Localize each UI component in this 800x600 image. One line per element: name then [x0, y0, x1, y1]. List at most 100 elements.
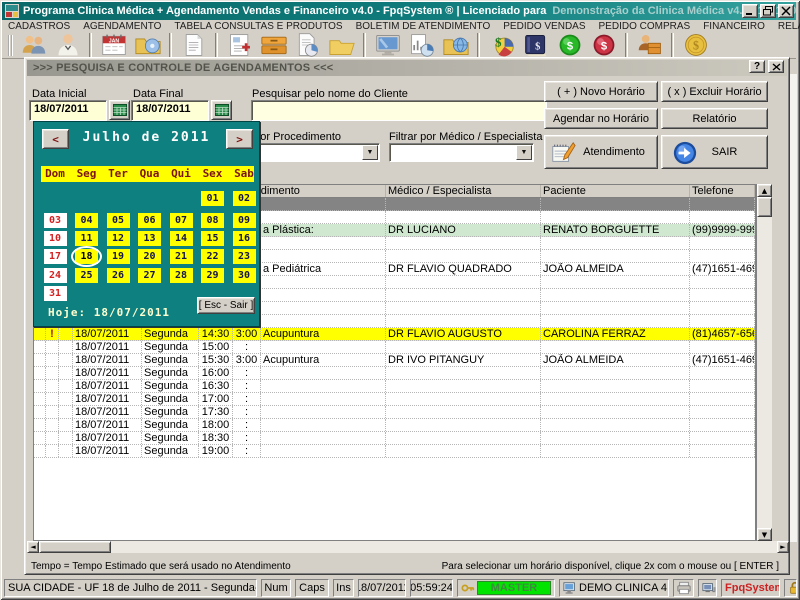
menu-item-agendamento[interactable]: AGENDAMENTO: [83, 21, 161, 32]
table-row[interactable]: 18/07/2011Segunda16:00:: [34, 367, 755, 380]
calendar-day-16[interactable]: 16: [233, 231, 256, 246]
atendimento-button[interactable]: Atendimento: [544, 135, 658, 169]
calendar-day-25[interactable]: 25: [75, 268, 98, 283]
calendar-day-03[interactable]: 03: [44, 213, 67, 228]
table-row[interactable]: 18/07/2011Segunda16:30:: [34, 380, 755, 393]
menu-item-pedido-vendas[interactable]: PEDIDO VENDAS: [503, 21, 585, 32]
table-row[interactable]: 18/07/2011Segunda18:00:: [34, 419, 755, 432]
menu-item-cadastros[interactable]: CADASTROS: [8, 21, 70, 32]
menu-item-pedido-compras[interactable]: PEDIDO COMPRAS: [599, 21, 691, 32]
calendar-day-20[interactable]: 20: [138, 249, 161, 264]
table-row[interactable]: 18/07/2011Segunda18:30:: [34, 432, 755, 445]
globe-folder-icon[interactable]: [440, 32, 471, 59]
dialog-help-button[interactable]: ?: [749, 60, 765, 73]
calendar-day-12[interactable]: 12: [107, 231, 130, 246]
calendar-next-button[interactable]: >: [226, 129, 253, 149]
relatorio-button[interactable]: Relatório: [661, 108, 768, 129]
calendar-day-21[interactable]: 21: [170, 249, 193, 264]
cell-proc: [261, 289, 386, 301]
calendar-day-08[interactable]: 08: [201, 213, 224, 228]
calendar-day-24[interactable]: 24: [44, 268, 67, 283]
calendar-day-07[interactable]: 07: [170, 213, 193, 228]
cell-pac: [541, 302, 690, 314]
calendar-day-02[interactable]: 02: [233, 191, 256, 206]
cell-hora: 15:30: [199, 354, 233, 366]
receive-dollar-icon[interactable]: $: [554, 32, 585, 59]
orders-drawer-icon[interactable]: [258, 32, 289, 59]
scroll-down-icon[interactable]: ▼: [757, 528, 772, 541]
document-icon[interactable]: [178, 32, 209, 59]
scroll-left-icon[interactable]: ◄: [27, 541, 39, 553]
calendar-day-23[interactable]: 23: [233, 249, 256, 264]
calendar-day-14[interactable]: 14: [170, 231, 193, 246]
medico-filter-label: Filtrar por Médico / Especialista: [389, 131, 542, 143]
monitor-icon[interactable]: [372, 32, 403, 59]
restore-button[interactable]: [760, 4, 776, 18]
cell-pac: [541, 237, 690, 249]
hscroll-thumb[interactable]: [39, 541, 111, 553]
finance-pie-icon[interactable]: $: [486, 32, 517, 59]
calendar-day-15[interactable]: 15: [201, 231, 224, 246]
calendar-day-22[interactable]: 22: [201, 249, 224, 264]
data-final-field[interactable]: 18/07/2011: [131, 100, 209, 121]
scroll-right-icon[interactable]: ►: [777, 541, 789, 553]
pay-dollar-icon[interactable]: $: [588, 32, 619, 59]
calendar-icon[interactable]: JAN: [98, 32, 129, 59]
calendar-day-29[interactable]: 29: [201, 268, 224, 283]
scroll-up-icon[interactable]: ▲: [757, 184, 772, 197]
table-row[interactable]: 18/07/2011Segunda15:00:: [34, 341, 755, 354]
table-row[interactable]: 18/07/2011Segunda19:00:: [34, 445, 755, 458]
search-input[interactable]: [251, 100, 547, 121]
calendar-day-27[interactable]: 27: [138, 268, 161, 283]
coin-icon[interactable]: $: [680, 32, 711, 59]
sair-button[interactable]: SAIR: [661, 135, 768, 169]
data-inicial-field[interactable]: 18/07/2011: [29, 100, 107, 121]
clients-icon[interactable]: [18, 32, 49, 59]
doctor-icon[interactable]: [52, 32, 83, 59]
vertical-scrollbar[interactable]: ▲ ▼: [756, 184, 772, 541]
schedule-folder-icon[interactable]: [132, 32, 163, 59]
calendar-day-11[interactable]: 11: [75, 231, 98, 246]
supplier-icon[interactable]: [634, 32, 665, 59]
calendar-day-19[interactable]: 19: [107, 249, 130, 264]
novo-horario-button[interactable]: ( + ) Novo Horário: [544, 81, 658, 102]
purchase-doc-icon[interactable]: [292, 32, 323, 59]
horizontal-scrollbar[interactable]: ◄ ►: [27, 541, 789, 553]
excluir-horario-button[interactable]: ( x ) Excluir Horário: [661, 81, 768, 102]
vscroll-thumb[interactable]: [757, 197, 772, 217]
menu-item-tabela-consultas-e-produtos[interactable]: TABELA CONSULTAS E PRODUTOS: [174, 21, 342, 32]
calendar-day-17[interactable]: 17: [44, 249, 67, 264]
folder-icon[interactable]: [326, 32, 357, 59]
calendar-day-04[interactable]: 04: [75, 213, 98, 228]
table-row[interactable]: 18/07/2011Segunda17:00:: [34, 393, 755, 406]
toolbar-handle[interactable]: [8, 35, 13, 56]
calendar-day-31[interactable]: 31: [44, 286, 67, 301]
calendar-day-10[interactable]: 10: [44, 231, 67, 246]
cell-m2: [59, 419, 73, 431]
calendar-day-05[interactable]: 05: [107, 213, 130, 228]
calendar-day-30[interactable]: 30: [233, 268, 256, 283]
medico-filter-combo[interactable]: ▼: [389, 143, 534, 162]
attendance-form-icon[interactable]: [224, 32, 255, 59]
data-final-calendar-button[interactable]: [211, 100, 232, 120]
table-row[interactable]: 18/07/2011Segunda15:303:00AcupunturaDR I…: [34, 354, 755, 367]
data-inicial-calendar-button[interactable]: [109, 100, 130, 120]
calendar-day-09[interactable]: 09: [233, 213, 256, 228]
menu-item-boletim-de-atendimento[interactable]: BOLETIM DE ATENDIMENTO: [356, 21, 491, 32]
calendar-day-13[interactable]: 13: [138, 231, 161, 246]
close-button[interactable]: [778, 4, 794, 18]
calendar-day-01[interactable]: 01: [201, 191, 224, 206]
dialog-close-button[interactable]: [768, 60, 784, 73]
calendar-day-28[interactable]: 28: [170, 268, 193, 283]
minimize-button[interactable]: [742, 4, 758, 18]
table-row[interactable]: 18/07/2011Segunda17:30:: [34, 406, 755, 419]
calendar-day-26[interactable]: 26: [107, 268, 130, 283]
table-row[interactable]: !18/07/2011Segunda14:303:00AcupunturaDR …: [34, 328, 755, 341]
agendar-horario-button[interactable]: Agendar no Horário: [544, 108, 658, 129]
ledger-icon[interactable]: $: [520, 32, 551, 59]
calendar-day-06[interactable]: 06: [138, 213, 161, 228]
calendar-esc-button[interactable]: [ Esc - Sair ]: [197, 297, 255, 314]
stats-icon[interactable]: [406, 32, 437, 59]
menu-item-relatorios[interactable]: RELATÓRIOS: [778, 21, 800, 32]
menu-item-financeiro[interactable]: FINANCEIRO: [703, 21, 765, 32]
